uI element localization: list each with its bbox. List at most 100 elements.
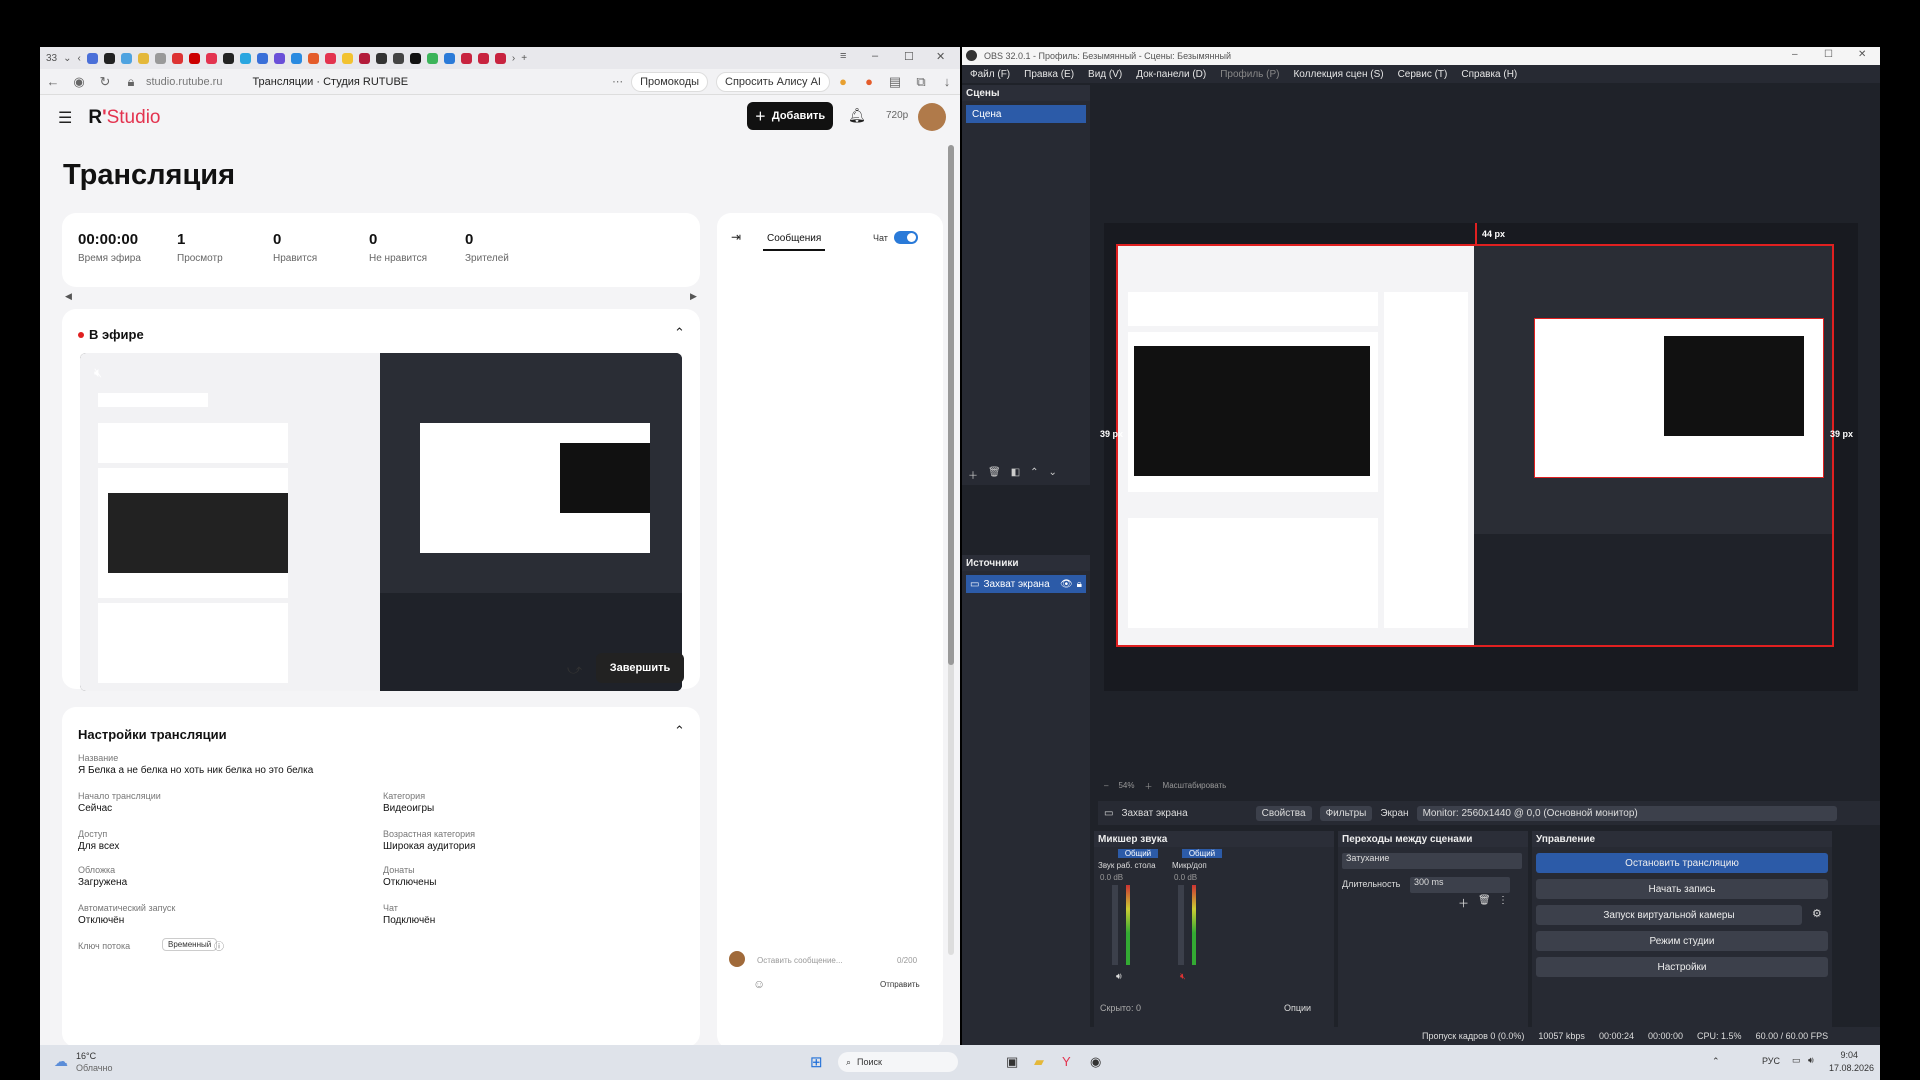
shield-icon[interactable]: ◉ (66, 74, 92, 90)
tab-icon[interactable] (392, 52, 404, 64)
up-icon[interactable]: ⌃ (1030, 467, 1038, 482)
chevron-down-icon[interactable]: ⌄ (63, 53, 71, 64)
emoji-icon[interactable]: ☺ (753, 977, 765, 991)
speaker-icon[interactable]: 🔊︎ (1116, 971, 1122, 982)
menu-file[interactable]: Файл (F) (970, 69, 1010, 80)
zoom-in-icon[interactable]: ＋ (1144, 781, 1152, 792)
tray-chevron-icon[interactable]: ⌃ (1712, 1056, 1720, 1067)
obs-preview-canvas[interactable]: 44 px 39 px 39 px (1100, 223, 1858, 691)
duration-input[interactable]: 300 ms (1410, 877, 1510, 893)
avatar[interactable] (918, 103, 946, 131)
tab-icon[interactable] (205, 52, 217, 64)
eye-icon[interactable]: 👁︎ (1060, 579, 1073, 590)
tab-icon[interactable] (307, 52, 319, 64)
trash-icon[interactable]: 🗑︎ (1478, 895, 1491, 906)
zoom-mode[interactable]: Масштабировать (1162, 781, 1226, 792)
send-button[interactable]: Отправить (880, 980, 920, 989)
quality-label[interactable]: 720p (886, 110, 908, 121)
tab-icon[interactable] (375, 52, 387, 64)
add-icon[interactable]: ＋ (1458, 895, 1469, 911)
weather-desc[interactable]: Облачно (76, 1063, 112, 1073)
options-button[interactable]: Опции (1284, 1003, 1311, 1013)
promo-button[interactable]: Промокоды (631, 71, 709, 92)
menu-icon[interactable]: ≡ (840, 50, 846, 62)
source-item[interactable]: ▭ Захват экрана 👁︎ 🔒︎ (966, 575, 1086, 593)
page-scrollbar[interactable] (948, 145, 954, 955)
tab-icon[interactable] (477, 52, 489, 64)
add-button[interactable]: ＋ Добавить (747, 102, 833, 130)
obs-icon[interactable]: ◉ (1090, 1054, 1101, 1070)
lock-icon[interactable]: 🔒︎ (1077, 579, 1082, 590)
tab-icon[interactable] (256, 52, 268, 64)
alisa-button[interactable]: Спросить Алису AI (716, 71, 830, 92)
minimize-icon[interactable]: – (1792, 49, 1798, 60)
tab-messages[interactable]: Сообщения (767, 233, 821, 244)
new-tab-icon[interactable]: + (521, 53, 527, 64)
tabs-back-icon[interactable]: ‹ (78, 53, 81, 64)
tabs-forward-icon[interactable]: › (512, 53, 515, 64)
start-record-button[interactable]: Начать запись (1536, 879, 1828, 899)
filter-icon[interactable]: ◧ (1011, 467, 1020, 482)
close-icon[interactable]: ✕ (1858, 49, 1866, 60)
scroll-left-icon[interactable]: ◀ (65, 291, 72, 302)
language-indicator[interactable]: РУС (1762, 1056, 1780, 1066)
hamburger-icon[interactable]: ☰ (58, 108, 72, 128)
extension-icon[interactable]: ● (856, 74, 882, 89)
menu-edit[interactable]: Правка (E) (1024, 69, 1074, 80)
gear-icon[interactable]: ⚙ (1812, 907, 1822, 920)
close-icon[interactable]: ✕ (936, 50, 945, 63)
extension-icon[interactable]: ● (830, 74, 856, 89)
cloud-icon[interactable]: ☁ (54, 1053, 68, 1070)
scroll-right-icon[interactable]: ▶ (690, 291, 697, 302)
maximize-icon[interactable]: ☐ (1824, 49, 1833, 60)
share-icon[interactable]: ⤻ (567, 661, 582, 678)
mic-muted-icon[interactable]: 🔇︎ (1180, 971, 1186, 982)
clock-time[interactable]: 9:04 (1826, 1050, 1858, 1060)
mixer-ch2-name[interactable]: Микр/доп (1172, 861, 1207, 870)
scene-item[interactable]: Сцена (966, 105, 1086, 123)
studio-mode-button[interactable]: Режим студии (1536, 931, 1828, 951)
chat-input[interactable]: Оставить сообщение... (757, 956, 843, 965)
tab-count[interactable]: 33 (46, 53, 57, 64)
tab-icon[interactable] (188, 52, 200, 64)
collapse-panel-icon[interactable]: ⇥ (731, 230, 741, 244)
tab-icon[interactable] (137, 52, 149, 64)
menu-profile[interactable]: Профиль (P) (1220, 69, 1279, 80)
virtual-cam-button[interactable]: Запуск виртуальной камеры (1536, 905, 1802, 925)
menu-help[interactable]: Справка (H) (1461, 69, 1517, 80)
menu-docks[interactable]: Док-панели (D) (1136, 69, 1206, 80)
stop-stream-button[interactable]: Остановить трансляцию (1536, 853, 1828, 873)
tab-icon[interactable] (358, 52, 370, 64)
collapse-chevron-icon[interactable]: ⌃ (674, 325, 685, 341)
url-text[interactable]: studio.rutube.ru (146, 76, 222, 88)
menu-tools[interactable]: Сервис (T) (1398, 69, 1448, 80)
rstudio-logo[interactable]: R'Studio (88, 107, 160, 129)
tab-strip[interactable]: 33 ⌄ ‹ › + ≡ – ☐ ✕ (40, 47, 960, 69)
help-icon[interactable]: ⓘ (214, 938, 224, 953)
tab-icon[interactable] (103, 52, 115, 64)
browser-icon[interactable]: Y (1062, 1054, 1071, 1069)
trash-icon[interactable]: 🗑︎ (988, 467, 1001, 482)
reload-icon[interactable]: ↻ (92, 74, 118, 90)
collapse-chevron-icon[interactable]: ⌃ (674, 723, 685, 739)
tab-icon[interactable] (171, 52, 183, 64)
properties-button[interactable]: Свойства (1255, 805, 1312, 821)
tab-icon[interactable] (443, 52, 455, 64)
file-explorer-icon[interactable]: ▣ (1006, 1054, 1018, 1070)
lock-icon[interactable]: 🔒︎ (118, 74, 144, 90)
tab-icon[interactable] (460, 52, 472, 64)
back-icon[interactable]: ← (40, 74, 66, 89)
volume-icon[interactable]: 🔊︎ (1808, 1055, 1814, 1066)
windows-start-icon[interactable]: ⊞ (810, 1053, 823, 1071)
downloads-icon[interactable]: ↓ (934, 74, 960, 89)
tab-icon[interactable] (290, 52, 302, 64)
minimize-icon[interactable]: – (872, 50, 878, 62)
mixer-ch2-slider[interactable] (1178, 885, 1184, 965)
tab-icon[interactable] (239, 52, 251, 64)
stream-preview[interactable]: 🔇︎ (80, 353, 682, 691)
extensions-icon[interactable]: ⧉ (908, 74, 934, 90)
mixer-ch1-name[interactable]: Звук раб. стола (1098, 861, 1156, 870)
tab-icon[interactable] (120, 52, 132, 64)
more-icon[interactable]: ⋯ (612, 75, 623, 88)
chat-toggle[interactable] (894, 231, 918, 244)
